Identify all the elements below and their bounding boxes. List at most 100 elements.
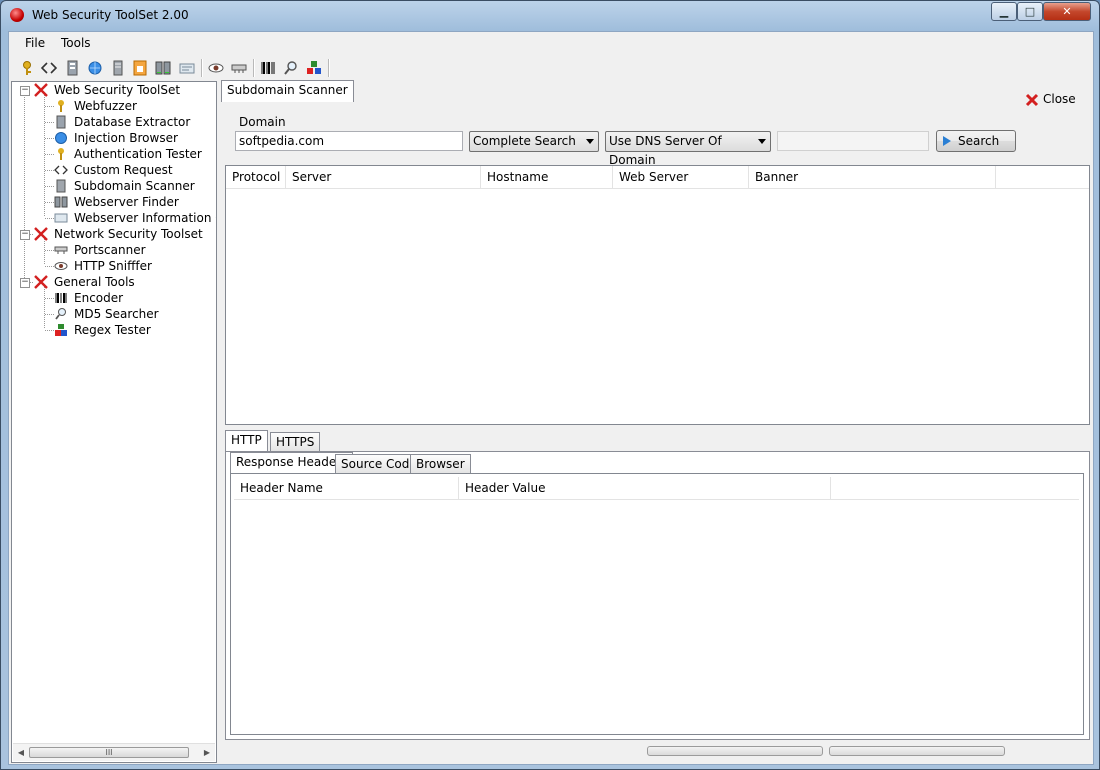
column-server[interactable]: Server <box>286 166 481 188</box>
info-card-icon[interactable] <box>179 60 195 76</box>
search-mode-select[interactable]: Complete Search <box>469 131 599 152</box>
tree-horizontal-scrollbar[interactable]: ◀ III ▶ <box>13 743 215 761</box>
app-icon[interactable] <box>10 8 24 22</box>
domain-label: Domain <box>239 115 286 129</box>
column-protocol[interactable]: Protocol <box>226 166 286 188</box>
close-label: Close <box>1043 92 1076 106</box>
magnifier-icon <box>54 307 68 321</box>
tree-connector <box>45 106 54 107</box>
tree-expander[interactable]: − <box>20 278 30 288</box>
tree-connector <box>45 250 54 251</box>
results-header: Protocol Server Hostname Web Server Bann… <box>226 166 1089 189</box>
tree-connector <box>24 94 25 286</box>
search-mode-value: Complete Search <box>473 134 576 148</box>
toolbar-separator <box>328 59 330 77</box>
database-icon[interactable] <box>65 60 81 76</box>
progress-bar <box>647 746 823 756</box>
tools-icon <box>34 83 48 97</box>
scroll-thumb[interactable]: III <box>29 747 189 758</box>
key-icon <box>54 147 68 161</box>
tree-connector <box>45 170 54 171</box>
column-header-value[interactable]: Header Value <box>459 477 831 499</box>
headers-header: Header Name Header Value <box>234 477 1079 500</box>
tree-connector <box>44 238 45 264</box>
toolbar-separator <box>253 59 255 77</box>
minimize-button[interactable]: ▁ <box>991 2 1017 21</box>
main-window: Web Security ToolSet 2.00 ▁ □ ✕ File Too… <box>0 0 1100 770</box>
tree-connector <box>45 122 54 123</box>
tab-subdomain-scanner[interactable]: Subdomain Scanner <box>221 80 354 102</box>
tab-http[interactable]: HTTP <box>225 430 268 452</box>
tab-browser[interactable]: Browser <box>410 454 471 474</box>
response-headers-list[interactable]: Header Name Header Value <box>230 473 1084 735</box>
toolbar-separator <box>201 59 203 77</box>
title-bar[interactable]: Web Security ToolSet 2.00 ▁ □ ✕ <box>1 1 1099 31</box>
network-icon[interactable] <box>231 60 247 76</box>
key-icon[interactable] <box>19 60 35 76</box>
play-icon <box>943 136 951 146</box>
tree-connector <box>45 218 54 219</box>
globe-icon <box>54 131 68 145</box>
code-icon[interactable] <box>40 60 58 76</box>
eye-icon[interactable] <box>208 60 224 76</box>
chevron-down-icon <box>586 139 594 144</box>
tree-connector <box>45 266 54 267</box>
menu-tools[interactable]: Tools <box>61 36 91 50</box>
results-list[interactable]: Protocol Server Hostname Web Server Bann… <box>225 165 1090 425</box>
server-icon <box>54 179 68 193</box>
chevron-down-icon <box>758 139 766 144</box>
tool-tree[interactable]: − Web Security ToolSet Webfuzzer Databas… <box>11 81 217 763</box>
servers-icon <box>54 195 68 209</box>
server-icon[interactable] <box>110 60 126 76</box>
magnifier-icon[interactable] <box>283 60 299 76</box>
lock-icon[interactable] <box>132 60 148 76</box>
search-button-label: Search <box>958 134 1000 148</box>
close-window-button[interactable]: ✕ <box>1043 2 1091 21</box>
tree-connector <box>44 94 45 216</box>
tree-connector <box>44 286 45 328</box>
tab-https[interactable]: HTTPS <box>270 432 321 452</box>
scroll-right-arrow-icon[interactable]: ▶ <box>200 746 214 759</box>
maximize-button[interactable]: □ <box>1017 2 1043 21</box>
tree-connector <box>45 202 54 203</box>
code-icon <box>54 163 68 177</box>
tree-connector <box>45 298 54 299</box>
key-icon <box>54 99 68 113</box>
tree-connector <box>45 138 54 139</box>
client-area: File Tools − Web Security ToolSet Webfuz… <box>8 31 1094 765</box>
dns-server-input[interactable] <box>777 131 929 151</box>
database-icon <box>54 115 68 129</box>
servers-icon[interactable] <box>155 60 171 76</box>
info-card-icon <box>54 211 68 225</box>
tree-expander[interactable]: − <box>20 230 30 240</box>
tools-icon <box>34 275 48 289</box>
menu-bar: File Tools <box>9 32 1093 54</box>
menu-file[interactable]: File <box>25 36 45 50</box>
column-web-server[interactable]: Web Server <box>613 166 749 188</box>
search-button[interactable]: Search <box>936 130 1016 152</box>
globe-icon[interactable] <box>87 60 103 76</box>
network-icon <box>54 243 68 257</box>
blocks-icon[interactable] <box>306 60 322 76</box>
progress-bar <box>829 746 1005 756</box>
toolbar <box>9 56 1093 80</box>
tree-connector <box>45 186 54 187</box>
tree-expander[interactable]: − <box>20 86 30 96</box>
tools-icon <box>34 227 48 241</box>
column-header-name[interactable]: Header Name <box>234 477 459 499</box>
domain-input[interactable] <box>235 131 463 151</box>
barcode-icon <box>54 291 68 305</box>
close-x-icon <box>1025 93 1039 107</box>
scroll-left-arrow-icon[interactable]: ◀ <box>14 746 28 759</box>
tree-connector <box>45 330 54 331</box>
barcode-icon[interactable] <box>260 60 276 76</box>
blocks-icon <box>54 323 68 337</box>
dns-server-value: Use DNS Server Of Domain <box>609 134 722 167</box>
tree-connector <box>45 154 54 155</box>
eye-icon <box>54 259 68 273</box>
window-title: Web Security ToolSet 2.00 <box>32 8 189 22</box>
tree-connector <box>45 314 54 315</box>
column-banner[interactable]: Banner <box>749 166 996 188</box>
dns-server-select[interactable]: Use DNS Server Of Domain <box>605 131 771 167</box>
column-hostname[interactable]: Hostname <box>481 166 613 188</box>
